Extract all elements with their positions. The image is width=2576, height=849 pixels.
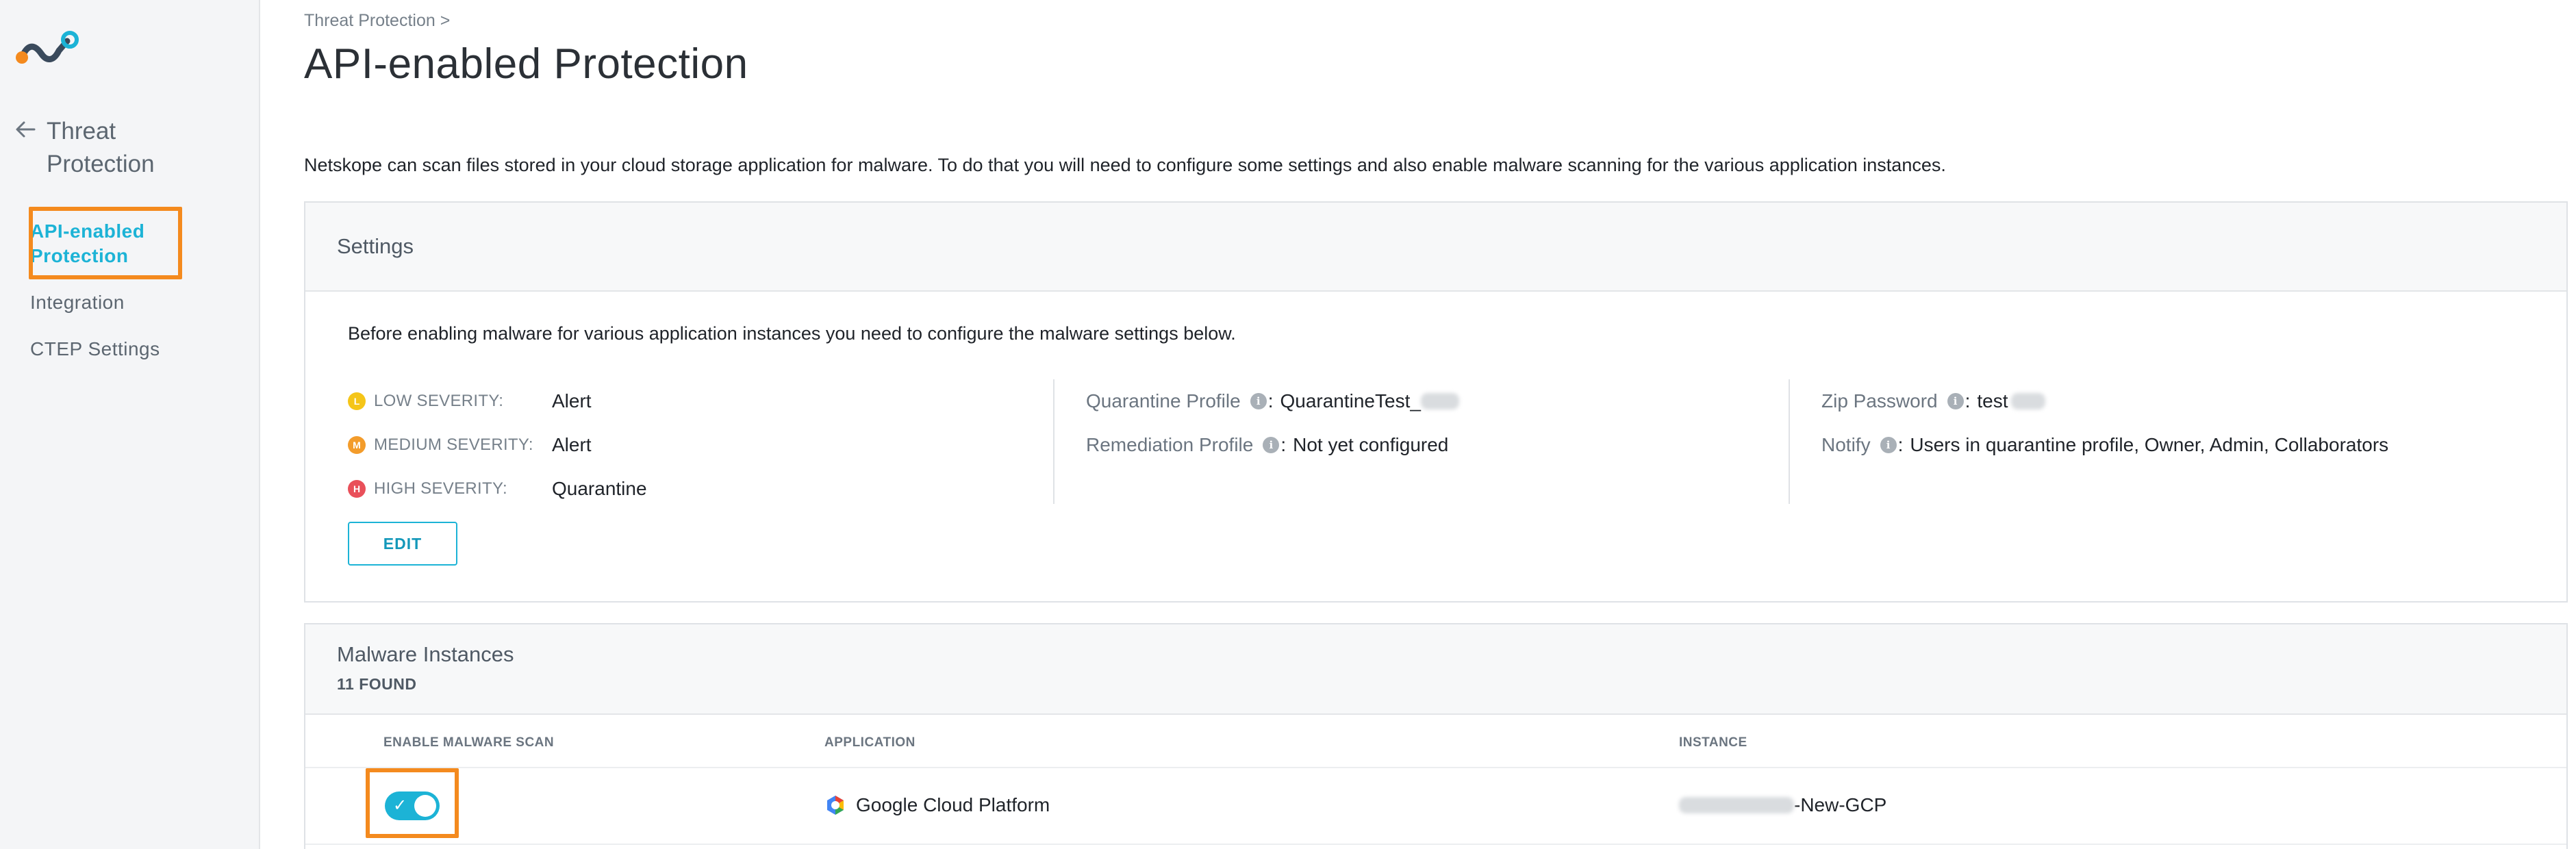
highlight-box-sidebar — [29, 207, 182, 279]
remediation-profile-label: Remediation Profile — [1086, 434, 1254, 455]
page-title: API-enabled Protection — [304, 40, 748, 88]
severity-row-high: H HIGH SEVERITY: Quarantine — [348, 467, 1033, 511]
notify-row: Notify i : Users in quarantine profile, … — [1821, 434, 2389, 455]
sidebar-item-label: CTEP Settings — [30, 338, 160, 359]
malware-instances-panel: Malware Instances 11 FOUND ENABLE MALWAR… — [304, 623, 2568, 849]
sidebar: Threat Protection API-enabled Protection… — [0, 0, 260, 849]
profile-column: Quarantine Profile i : QuarantineTest_ R… — [1053, 379, 1786, 504]
gcp-icon — [827, 796, 844, 815]
application-cell: Google Cloud Platform — [824, 794, 1050, 816]
breadcrumb[interactable]: Threat Protection > — [304, 11, 450, 31]
column-header-application[interactable]: APPLICATION — [824, 735, 916, 750]
sidebar-section-title: Threat Protection — [47, 118, 155, 177]
high-severity-icon: H — [348, 480, 366, 498]
severity-label: HIGH SEVERITY: — [374, 479, 507, 498]
redacted-text — [2010, 393, 2045, 409]
back-arrow-icon[interactable] — [14, 118, 37, 141]
settings-header: Settings — [305, 203, 2566, 292]
quarantine-profile-row: Quarantine Profile i : QuarantineTest_ — [1086, 379, 1786, 423]
info-icon[interactable]: i — [1880, 437, 1897, 453]
settings-description: Before enabling malware for various appl… — [348, 323, 1236, 344]
redacted-text — [1679, 797, 1794, 813]
severity-value: Alert — [552, 434, 592, 455]
low-severity-icon: L — [348, 392, 366, 410]
instance-name: -New-GCP — [1794, 794, 1887, 815]
info-icon[interactable]: i — [1263, 437, 1280, 453]
quarantine-profile-value: QuarantineTest_ — [1280, 390, 1421, 411]
notify-label: Notify — [1821, 434, 1871, 455]
remediation-profile-value: Not yet configured — [1293, 434, 1449, 455]
netskope-logo-icon[interactable] — [14, 29, 82, 70]
severity-label: MEDIUM SEVERITY: — [374, 435, 533, 454]
intro-text: Netskope can scan files stored in your c… — [304, 155, 1946, 175]
main-content: Threat Protection > API-enabled Protecti… — [262, 0, 2576, 849]
highlight-box-toggle — [366, 768, 459, 838]
zip-password-value: test — [1977, 390, 2008, 411]
zip-password-label: Zip Password — [1821, 390, 1938, 411]
remediation-profile-row: Remediation Profile i : Not yet configur… — [1086, 434, 1449, 455]
severity-value: Quarantine — [552, 478, 647, 499]
info-icon[interactable]: i — [1947, 393, 1964, 409]
table-row: ✓ Google Cloud Platform -New-GCP — [305, 768, 2566, 845]
column-header-instance[interactable]: INSTANCE — [1679, 735, 1747, 750]
redacted-text — [1420, 393, 1459, 409]
severity-value: Alert — [552, 390, 592, 411]
malware-instances-title: Malware Instances — [337, 642, 514, 666]
medium-severity-icon: M — [348, 436, 366, 454]
sidebar-item-label: Integration — [30, 292, 125, 313]
zip-password-row: Zip Password i : test — [1821, 379, 2542, 423]
notification-column: Zip Password i : test Notify i : Users i… — [1789, 379, 2542, 504]
application-name: Google Cloud Platform — [856, 794, 1050, 815]
severity-column: L LOW SEVERITY: Alert M MEDIUM SEVERITY:… — [348, 379, 1033, 511]
severity-row-low: L LOW SEVERITY: Alert — [348, 379, 1033, 423]
severity-label: LOW SEVERITY: — [374, 392, 504, 410]
column-header-enable-malware-scan[interactable]: ENABLE MALWARE SCAN — [383, 735, 554, 750]
table-header: ENABLE MALWARE SCAN APPLICATION INSTANCE — [305, 715, 2566, 768]
sidebar-item-ctep-settings[interactable]: CTEP Settings — [30, 337, 249, 362]
instance-cell: -New-GCP — [1679, 794, 1886, 816]
info-icon[interactable]: i — [1250, 393, 1267, 409]
quarantine-profile-label: Quarantine Profile — [1086, 390, 1241, 411]
severity-row-medium: M MEDIUM SEVERITY: Alert — [348, 423, 1033, 467]
instances-count: 11 FOUND — [337, 675, 417, 693]
settings-body: Before enabling malware for various appl… — [305, 292, 2566, 601]
notify-value: Users in quarantine profile, Owner, Admi… — [1910, 434, 2389, 455]
settings-title: Settings — [337, 234, 414, 258]
edit-button[interactable]: EDIT — [348, 522, 457, 566]
malware-instances-header: Malware Instances 11 FOUND — [305, 624, 2566, 715]
sidebar-item-integration[interactable]: Integration — [30, 290, 249, 315]
back-to-threat-protection[interactable]: Threat Protection — [14, 115, 225, 181]
settings-panel: Settings Before enabling malware for var… — [304, 201, 2568, 603]
